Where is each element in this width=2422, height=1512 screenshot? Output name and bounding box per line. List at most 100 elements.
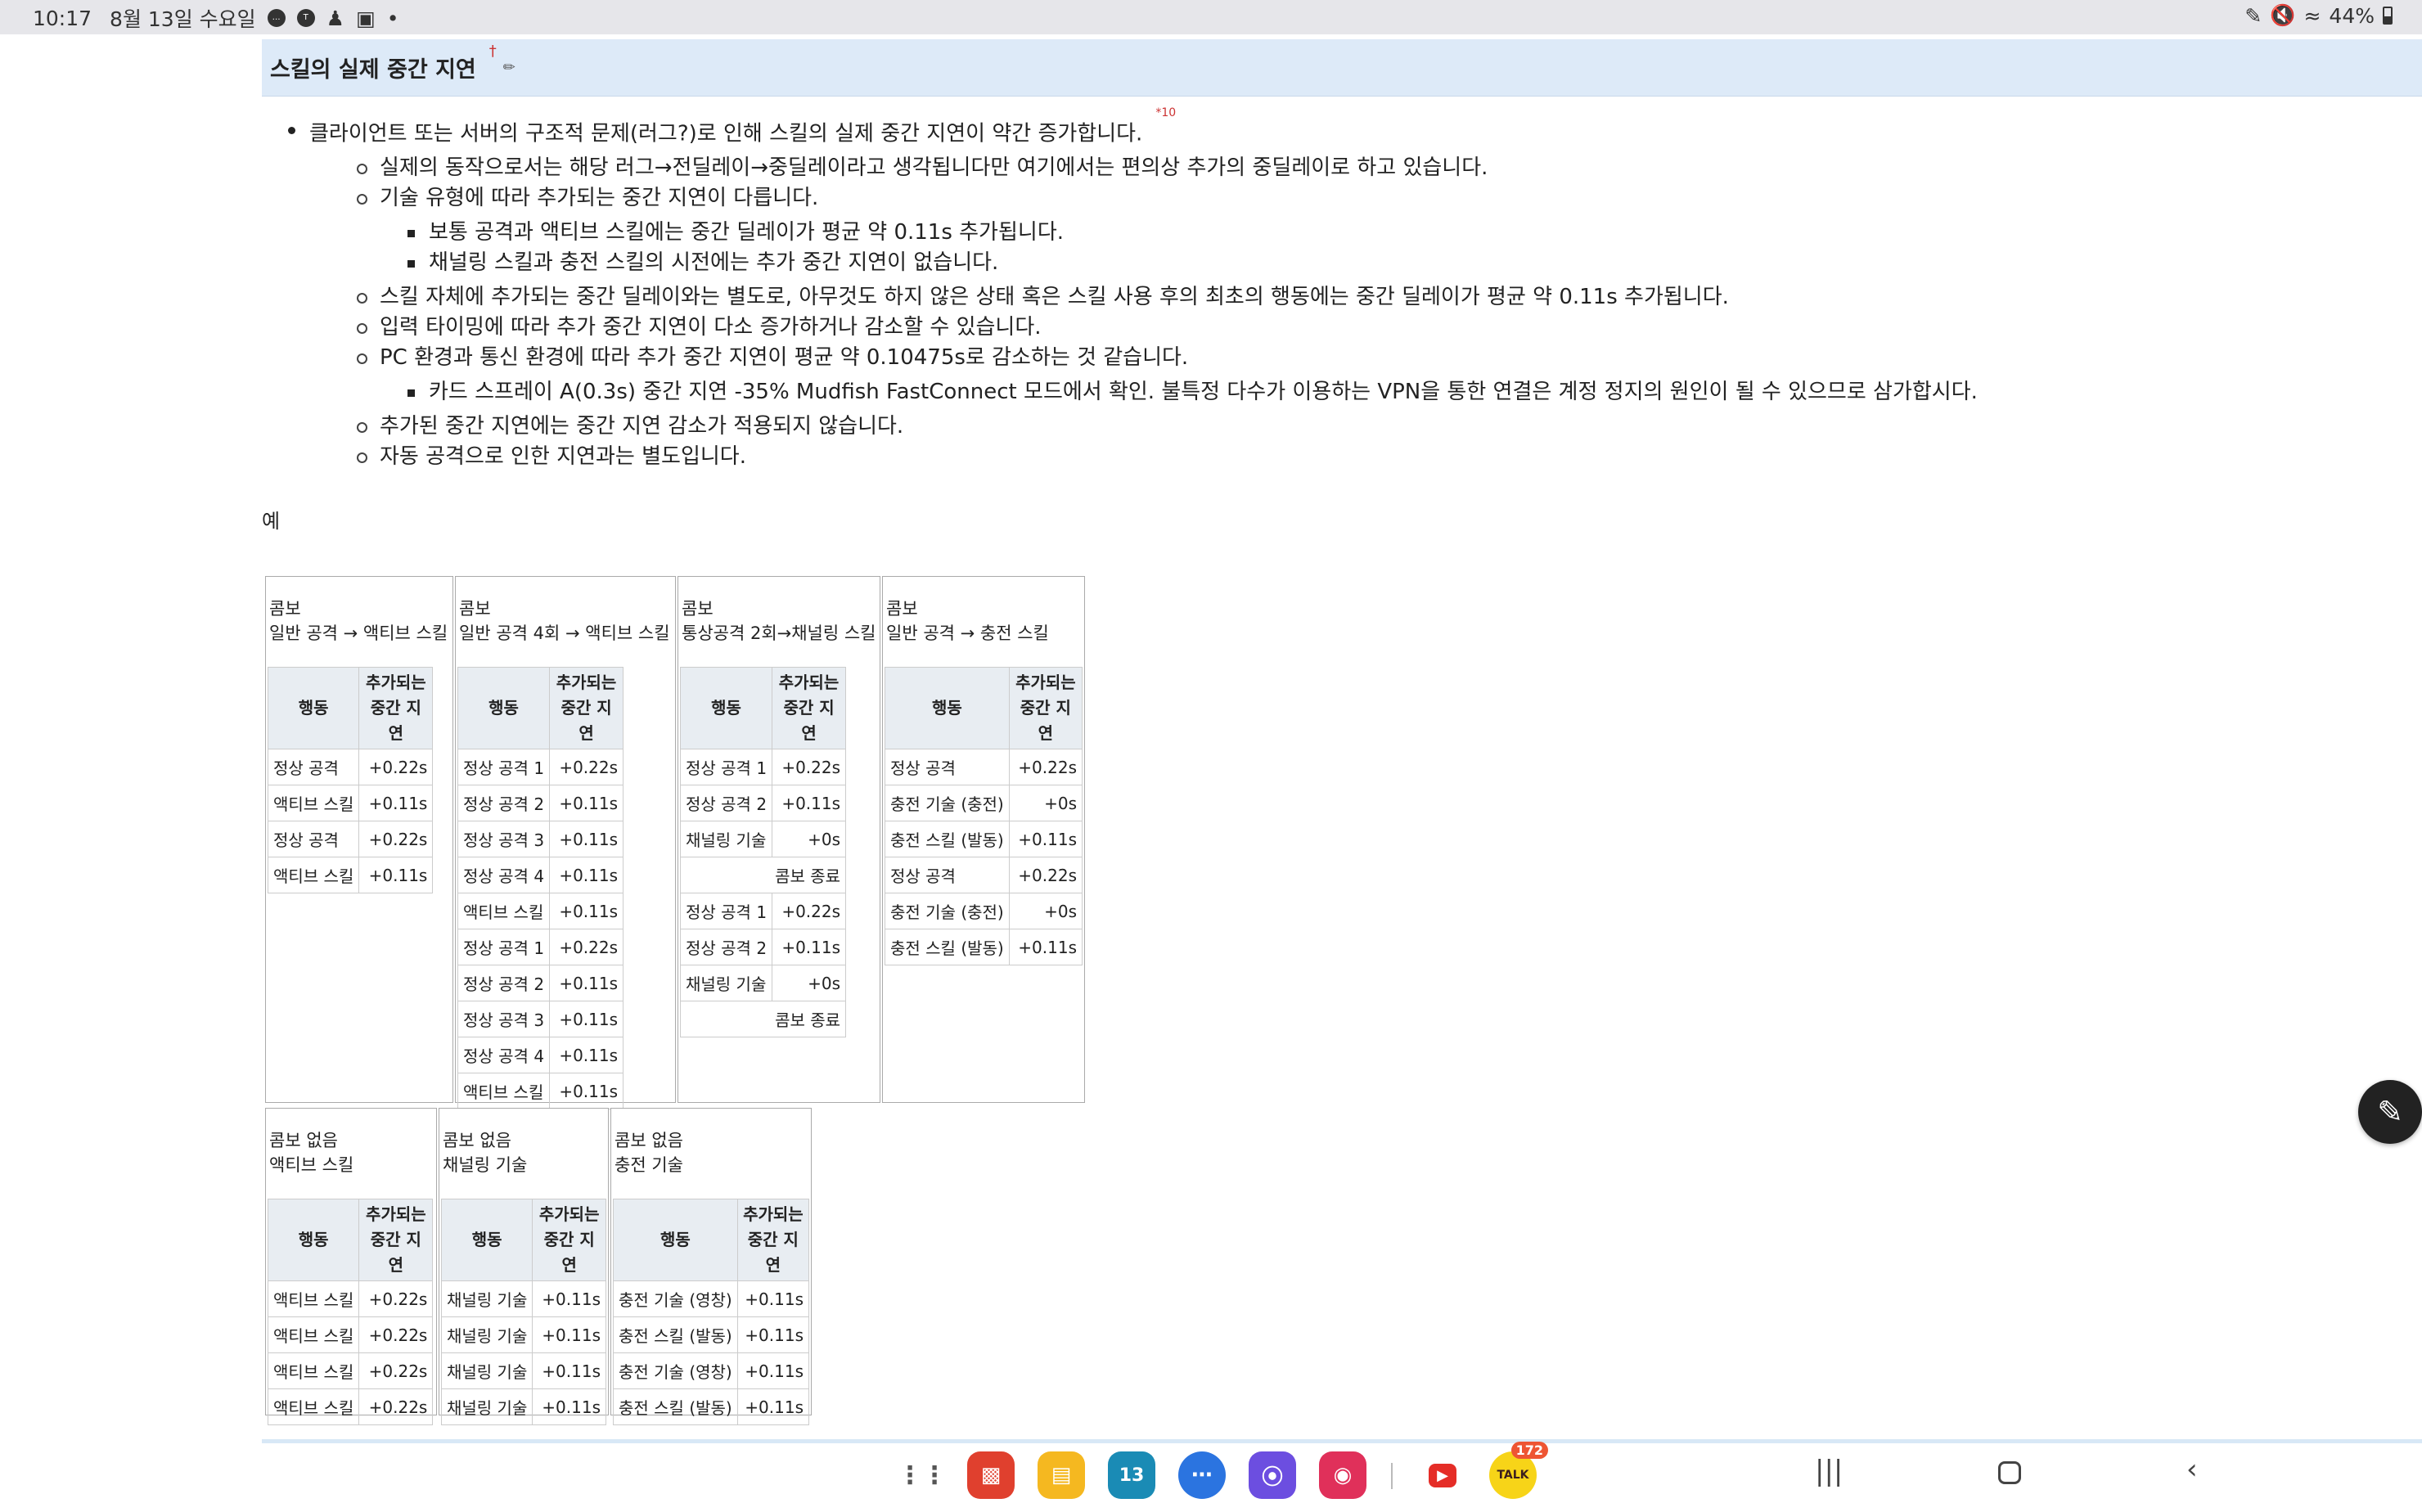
table-header-row: 행동 추가되는 중간 지연 [457, 667, 624, 749]
messages-app-icon[interactable]: ⋯ [1178, 1451, 1226, 1499]
delay-cell: +0.11s [549, 821, 624, 857]
table-row: 액티브 스킬 +0.11s [267, 785, 434, 821]
kakaotalk-app-icon[interactable]: TALK 172 [1489, 1442, 1548, 1499]
no-combo-tables-row: 콤보 없음 액티브 스킬 행동 추가되는 중간 지연 액티브 스킬 +0.22s 액티브 스킬… [265, 1108, 813, 1425]
column-header: 행동 [267, 667, 360, 749]
person-icon: ♟ [326, 6, 345, 30]
clock: 10:17 [33, 6, 92, 30]
combo-title: 콤보 일반 공격 4회 → 액티브 스킬 [459, 599, 670, 643]
table-row: 액티브 스킬 +0.11s [457, 1073, 624, 1109]
column-header: 추가되는 중간 지연 [736, 1199, 810, 1281]
delay-cell: +0.11s [549, 1037, 624, 1073]
recent-apps-button[interactable]: ||| [1815, 1455, 1843, 1487]
list-item: 실제의 동작으로서는 해당 러그→전딜레이→중딜레이라고 생각됩니다만 여기에서… [355, 153, 2422, 183]
combo-table: 콤보 통상공격 2회→채널링 스킬 행동 추가되는 중간 지연 정상 공격 1 +0.22s… [678, 576, 880, 1103]
action-cell: 정상 공격 4 [457, 857, 551, 893]
combo-table: 콤보 없음 액티브 스킬 행동 추가되는 중간 지연 액티브 스킬 +0.22s 액티브 스킬… [265, 1108, 437, 1425]
action-cell: 채널링 기술 [440, 1316, 533, 1353]
delay-cell: +0.22s [772, 893, 847, 929]
edit-icon[interactable]: ✏ [503, 59, 515, 76]
delay-cell: +0s [1008, 893, 1083, 929]
delay-cell: +0.11s [736, 1280, 810, 1317]
table-row: 정상 공격 1 +0.22s [679, 893, 847, 929]
home-button[interactable] [1998, 1461, 2021, 1484]
table-row: 정상 공격 +0.22s [885, 857, 1083, 893]
action-cell: 액티브 스킬 [457, 893, 551, 929]
youtube-app-icon[interactable]: ▶ [1419, 1451, 1466, 1499]
delay-cell: +0.11s [532, 1388, 606, 1425]
battery-level: 44% [2329, 3, 2375, 28]
delay-cell: +0.11s [772, 785, 847, 821]
table-row: 액티브 스킬 +0.22s [267, 1316, 434, 1353]
delay-cell: +0.11s [736, 1388, 810, 1425]
footnote-link[interactable]: *10 [1155, 106, 1176, 119]
delay-table: 행동 추가되는 중간 지연 정상 공격 1 +0.22s 정상 공격 2 +0.11s 채널링… [679, 667, 847, 1037]
action-cell: 액티브 스킬 [457, 1073, 551, 1109]
delay-cell: +0.11s [772, 929, 847, 965]
action-cell: 정상 공격 1 [679, 893, 773, 929]
action-cell: 충전 기술 (충전) [885, 785, 1010, 821]
list-item: 입력 타이밍에 따라 추가 중간 지연이 다소 증가하거나 감소할 수 있습니다… [355, 313, 2422, 343]
delay-cell: +0.11s [358, 785, 434, 821]
table-row: 충전 스킬 (발동) +0.11s [885, 821, 1083, 857]
section-heading: 스킬의 실제 중간 지연 † ✏ [262, 39, 2422, 97]
delay-cell: +0.22s [358, 1352, 434, 1389]
list-item: 클라이언트 또는 서버의 구조적 문제(러그?)로 인해 스킬의 실제 중간 지… [262, 106, 2422, 472]
delay-cell: +0.11s [736, 1316, 810, 1353]
table-row: 액티브 스킬 +0.11s [457, 893, 624, 929]
calendar-app-icon[interactable]: 13 [1108, 1451, 1155, 1499]
action-cell: 채널링 기술 [440, 1280, 533, 1317]
table-row: 정상 공격 3 +0.11s [457, 821, 624, 857]
table-row: 정상 공격 +0.22s [885, 749, 1083, 785]
action-cell: 충전 스킬 (발동) [885, 821, 1010, 857]
notes-app-icon[interactable]: ▩ [967, 1451, 1015, 1499]
footnote-dagger[interactable]: † [489, 43, 497, 60]
column-header: 추가되는 중간 지연 [358, 667, 434, 749]
table-row: 충전 기술 (영창) +0.11s [613, 1280, 810, 1317]
combo-table: 콤보 없음 충전 기술 행동 추가되는 중간 지연 충전 기술 (영창) +0.11s 충전 … [610, 1108, 812, 1425]
delay-cell: +0.22s [358, 1280, 434, 1317]
section-title: 스킬의 실제 중간 지연 [270, 57, 476, 83]
combo-table: 콤보 없음 채널링 기술 행동 추가되는 중간 지연 채널링 기술 +0.11s 채널링 기술… [439, 1108, 609, 1425]
table-row: 액티브 스킬 +0.11s [267, 857, 434, 893]
edit-fab-button[interactable]: ✎ [2358, 1080, 2422, 1144]
table-row: 정상 공격 1 +0.22s [679, 749, 847, 785]
list-item: 보통 공격과 액티브 스킬에는 중간 딜레이가 평균 약 0.11s 추가됩니다… [404, 218, 2422, 248]
table-header-row: 행동 추가되는 중간 지연 [885, 667, 1083, 749]
action-cell: 정상 공격 2 [679, 785, 773, 821]
table-row: 정상 공격 4 +0.11s [457, 857, 624, 893]
bullet-list: 클라이언트 또는 서버의 구조적 문제(러그?)로 인해 스킬의 실제 중간 지… [262, 106, 2422, 472]
delay-cell: +0s [772, 821, 847, 857]
table-row: 채널링 기술 +0s [679, 821, 847, 857]
table-row: 충전 스킬 (발동) +0.11s [613, 1316, 810, 1353]
table-row: 콤보 종료 [679, 857, 847, 893]
table-row: 정상 공격 +0.22s [267, 749, 434, 785]
delay-table: 행동 추가되는 중간 지연 정상 공격 +0.22s 충전 기술 (충전) +0s 충전 스킬… [885, 667, 1083, 965]
combo-table: 콤보 일반 공격 4회 → 액티브 스킬행동 추가되는 중간 지연정상 공격 1 +0.… [455, 576, 676, 1109]
delay-cell: +0.22s [358, 1316, 434, 1353]
list-item: PC 환경과 통신 환경에 따라 추가 중간 지연이 평균 약 0.10475s… [355, 343, 2422, 407]
table-header-row: 행동 추가되는 중간 지연 [267, 667, 434, 749]
table-header-row: 행동 추가되는 중간 지연 [440, 1199, 606, 1281]
combo-title: 콤보 없음 액티브 스킬 [269, 1131, 354, 1175]
example-label: 예 [262, 509, 281, 533]
files-app-icon[interactable]: ▤ [1038, 1451, 1085, 1499]
action-cell: 충전 기술 (영창) [613, 1352, 738, 1389]
taskbar: ⋮⋮ ▩ ▤ 13 ⋯ ⦿ ◉ ▶ TALK 172 ||| ‹ [0, 1442, 2422, 1512]
camera-app-icon[interactable]: ◉ [1319, 1451, 1366, 1499]
combo-end-cell: 콤보 종료 [679, 1001, 847, 1037]
action-cell: 액티브 스킬 [267, 1388, 360, 1425]
column-header: 행동 [613, 1199, 738, 1281]
action-cell: 충전 스킬 (발동) [613, 1388, 738, 1425]
table-row: 정상 공격 1 +0.22s [457, 929, 624, 965]
action-cell: 정상 공격 2 [457, 785, 551, 821]
action-cell: 액티브 스킬 [267, 1316, 360, 1353]
browser-app-icon[interactable]: ⦿ [1249, 1451, 1296, 1499]
pen-icon: ✎ [2244, 3, 2262, 28]
table-row: 충전 기술 (영창) +0.11s [613, 1352, 810, 1389]
back-button[interactable]: ‹ [2186, 1453, 2198, 1486]
delay-cell: +0.11s [549, 965, 624, 1001]
apps-grid-icon[interactable]: ⋮⋮ [898, 1451, 947, 1499]
delay-cell: +0.22s [358, 1388, 434, 1425]
combo-end-cell: 콤보 종료 [679, 857, 847, 893]
